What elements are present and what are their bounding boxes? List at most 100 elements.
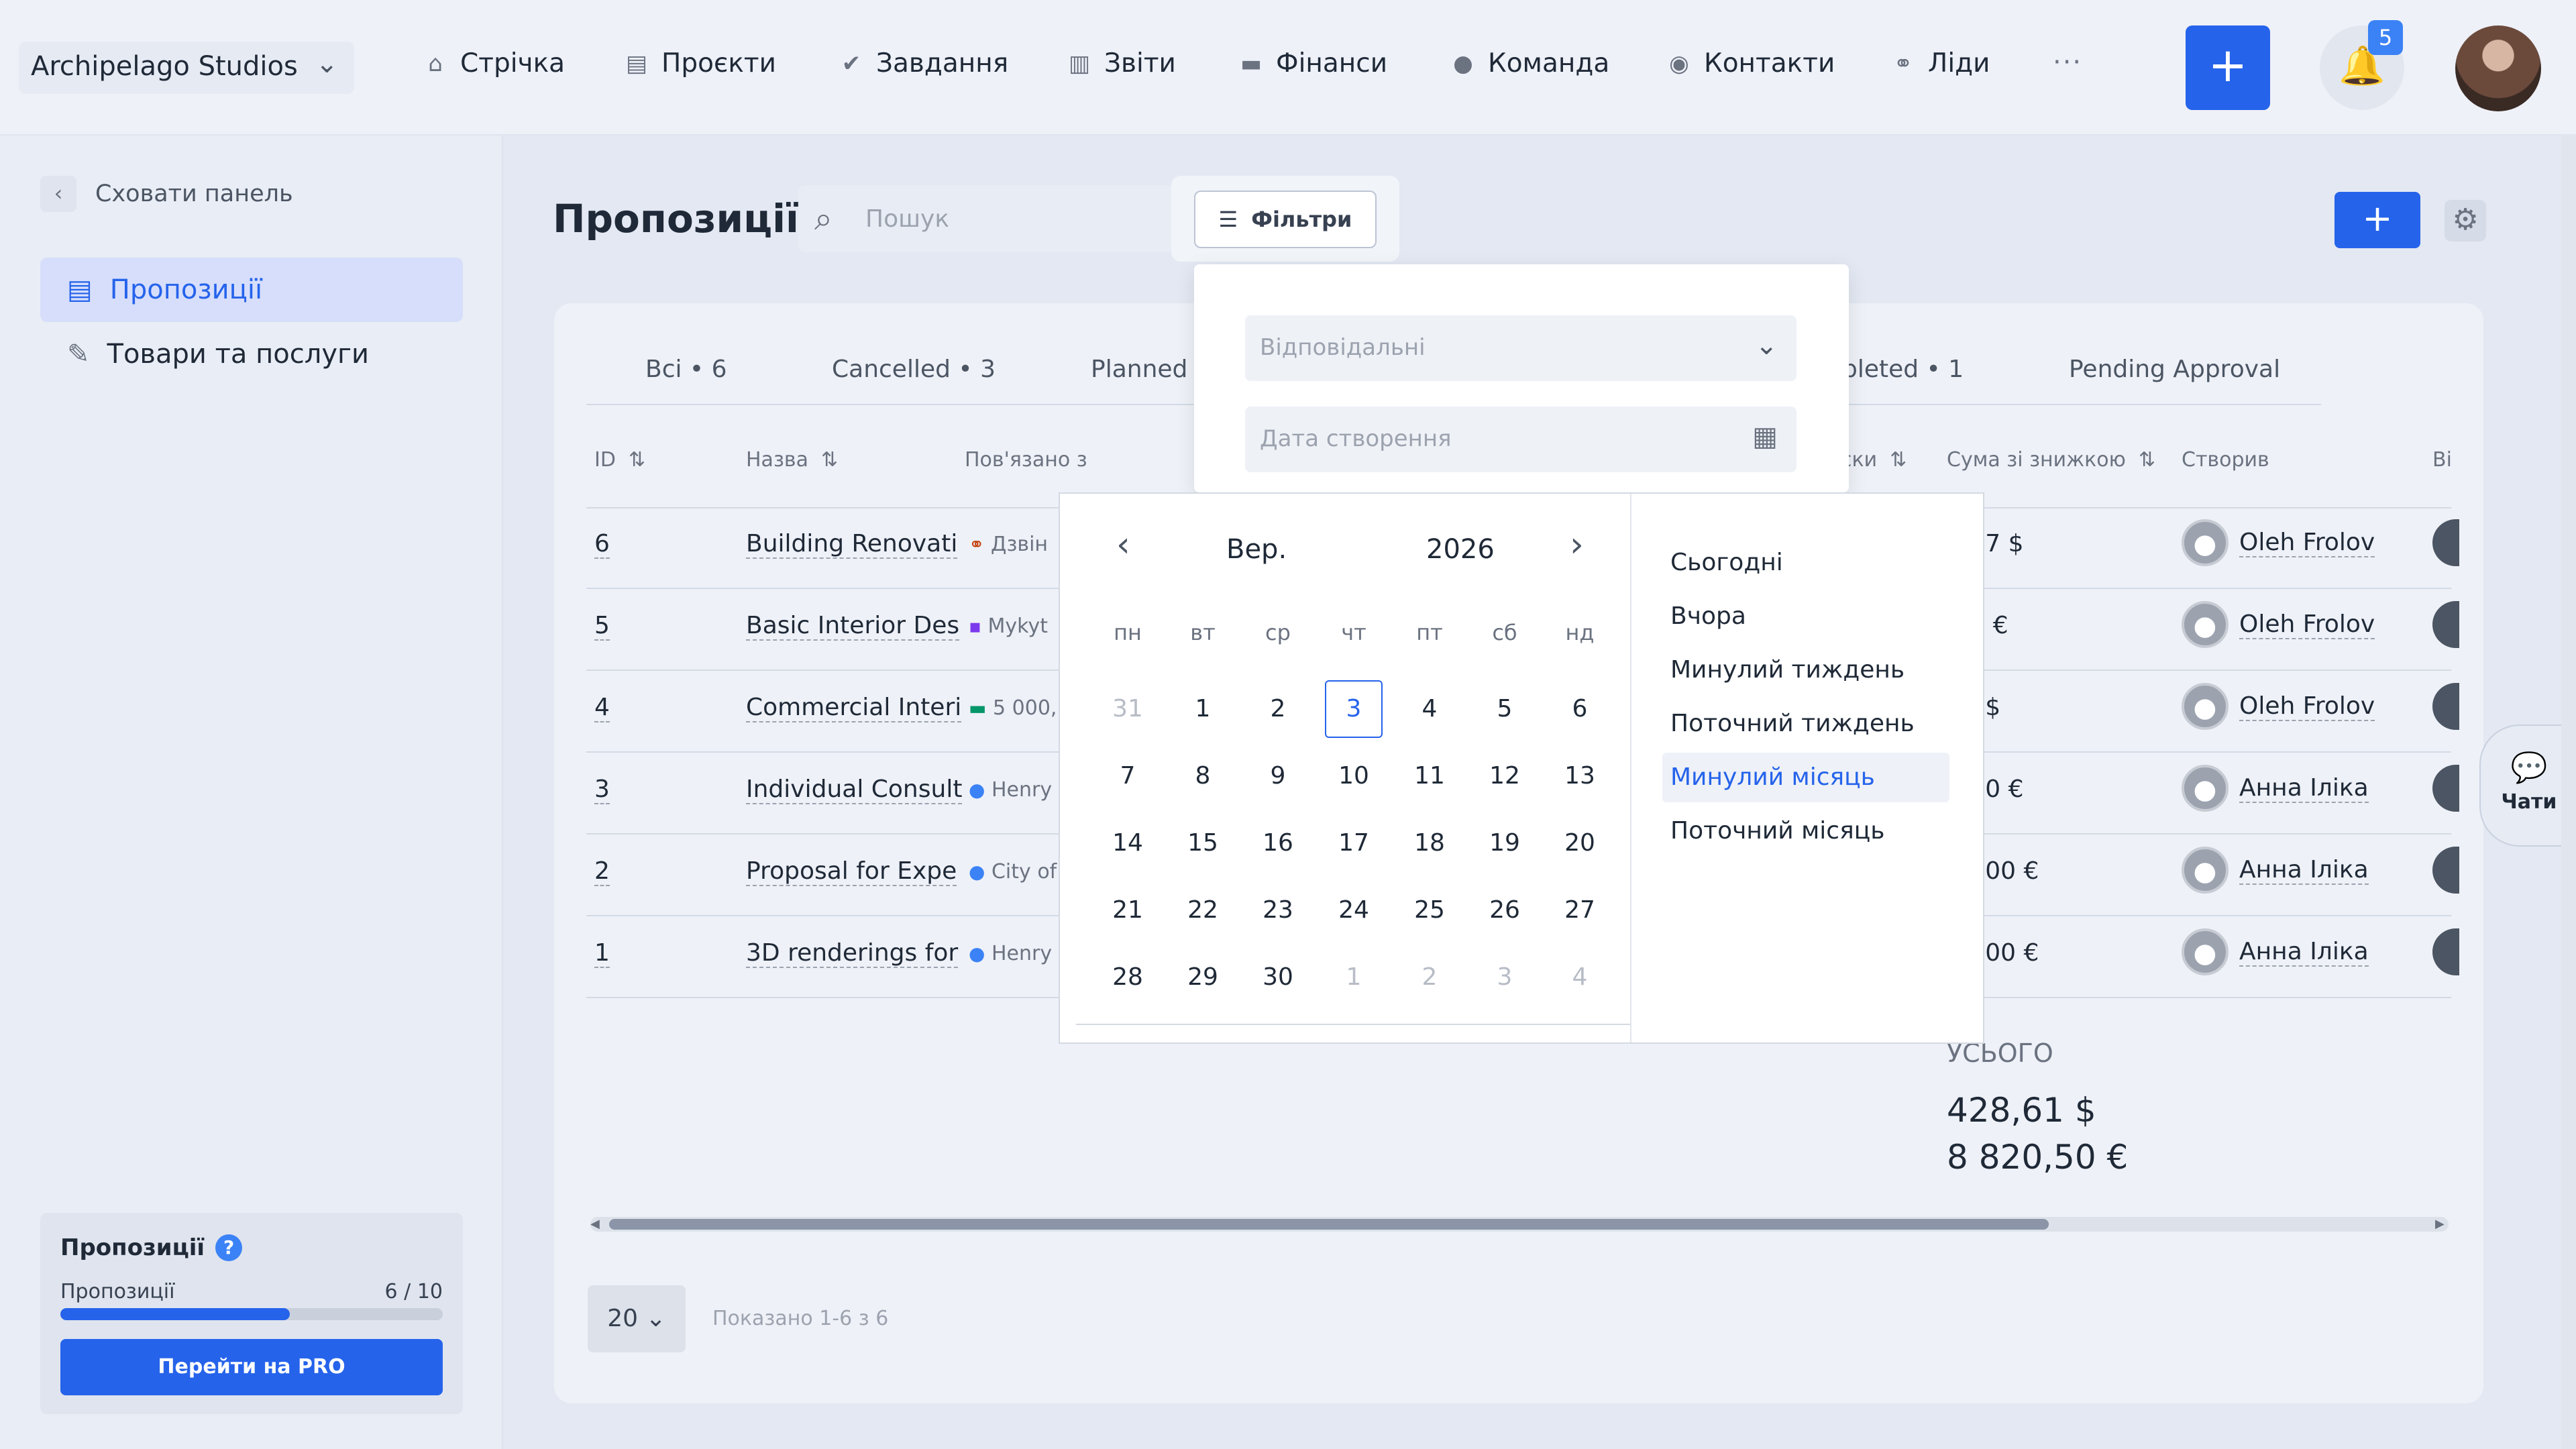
calendar-day[interactable]: 16 — [1249, 814, 1307, 872]
next-month-chevron-icon[interactable]: › — [1570, 525, 1584, 565]
hide-panel-button[interactable]: ‹ Сховати панель — [40, 176, 293, 212]
upgrade-pro-button[interactable]: Перейти на PRO — [60, 1339, 443, 1395]
column-header-vendor[interactable]: Ві — [2432, 448, 2452, 472]
row-name-link[interactable]: Commercial Interi — [746, 694, 962, 722]
calendar-day[interactable]: 18 — [1401, 814, 1458, 872]
nav-item-team[interactable]: ● Команда — [1450, 48, 1609, 78]
calendar-day[interactable]: 24 — [1325, 881, 1383, 939]
calendar-day[interactable]: 25 — [1401, 881, 1458, 939]
row-related[interactable]: ● Henry — [969, 942, 1052, 965]
date-preset[interactable]: Сьогодні — [1670, 549, 1783, 576]
row-id-link[interactable]: 6 — [594, 530, 610, 559]
calendar-day[interactable]: 11 — [1401, 747, 1458, 805]
calendar-day[interactable]: 22 — [1174, 881, 1232, 939]
row-related[interactable]: ▬ 5 000, — [969, 696, 1057, 720]
calendar-day[interactable]: 3 — [1325, 680, 1383, 738]
creator-name[interactable]: Анна Іліка — [2239, 938, 2369, 967]
row-creator[interactable]: ● Oleh Frolov — [2182, 601, 2375, 648]
row-name-link[interactable]: Individual Consult — [746, 775, 963, 804]
nav-item-reports[interactable]: ▥ Звіти — [1067, 48, 1176, 78]
calendar-day[interactable]: 2 — [1401, 949, 1458, 1006]
calendar-day[interactable]: 4 — [1551, 949, 1609, 1006]
sidebar-item-proposals[interactable]: ▤ Пропозиції — [40, 258, 463, 322]
calendar-day[interactable]: 17 — [1325, 814, 1383, 872]
nav-item-feed[interactable]: ⌂ Стрічка — [423, 48, 565, 78]
row-id-link[interactable]: 2 — [594, 857, 610, 886]
calendar-day[interactable]: 27 — [1551, 881, 1609, 939]
row-creator[interactable]: ● Oleh Frolov — [2182, 519, 2375, 566]
page-size-select[interactable]: 20 ⌄ — [588, 1285, 686, 1352]
date-preset[interactable]: Минулий місяць — [1670, 763, 1875, 791]
row-related[interactable]: ▪ Mykyt — [969, 614, 1048, 638]
calendar-day[interactable]: 30 — [1249, 949, 1307, 1006]
workspace-switcher[interactable]: Archipelago Studios ⌄ — [19, 42, 354, 94]
calendar-day[interactable]: 23 — [1249, 881, 1307, 939]
sidebar-item-products[interactable]: ✎ Товари та послуги — [40, 322, 463, 386]
tab-cancelled[interactable]: Cancelled • 3 — [832, 356, 996, 383]
column-header-id[interactable]: ID ⇅ — [594, 448, 645, 472]
date-preset[interactable]: Поточний тиждень — [1670, 710, 1915, 737]
row-related[interactable]: ● City of — [969, 860, 1057, 883]
calendar-year[interactable]: 2026 — [1426, 534, 1495, 565]
calendar-day[interactable]: 1 — [1325, 949, 1383, 1006]
calendar-day[interactable]: 13 — [1551, 747, 1609, 805]
scroll-left-arrow-icon[interactable]: ◀ — [590, 1217, 600, 1231]
creator-name[interactable]: Анна Іліка — [2239, 856, 2369, 885]
calendar-day[interactable]: 29 — [1174, 949, 1232, 1006]
scroll-right-arrow-icon[interactable]: ▶ — [2435, 1217, 2445, 1231]
row-creator[interactable]: ● Анна Іліка — [2182, 765, 2369, 812]
calendar-day[interactable]: 10 — [1325, 747, 1383, 805]
nav-item-leads[interactable]: ⚭ Ліди — [1890, 48, 1990, 78]
tab-planned[interactable]: Planned • — [1091, 356, 1210, 383]
page-scrollbar[interactable] — [2561, 134, 2576, 1449]
row-creator[interactable]: ● Анна Іліка — [2182, 847, 2369, 894]
calendar-day[interactable]: 19 — [1476, 814, 1534, 872]
row-id-link[interactable]: 1 — [594, 939, 610, 968]
date-preset[interactable]: Вчора — [1670, 602, 1746, 630]
nav-item-contacts[interactable]: ◉ Контакти — [1666, 48, 1835, 78]
column-header-creator[interactable]: Створив — [2182, 448, 2269, 472]
calendar-day[interactable]: 26 — [1476, 881, 1534, 939]
row-name-link[interactable]: Proposal for Expe — [746, 857, 957, 886]
calendar-day[interactable]: 15 — [1174, 814, 1232, 872]
calendar-day[interactable]: 3 — [1476, 949, 1534, 1006]
tab-completed[interactable]: pleted • 1 — [1842, 356, 1964, 383]
row-id-link[interactable]: 5 — [594, 612, 610, 641]
row-related[interactable]: ⚭ Дзвін — [969, 533, 1048, 556]
filters-button[interactable]: ☰ Фільтри — [1194, 191, 1377, 248]
row-name-link[interactable]: 3D renderings for — [746, 939, 959, 968]
calendar-day[interactable]: 14 — [1099, 814, 1157, 872]
creator-name[interactable]: Oleh Frolov — [2239, 692, 2375, 721]
row-name-link[interactable]: Building Renovati — [746, 530, 958, 559]
calendar-day[interactable]: 1 — [1174, 680, 1232, 738]
help-icon[interactable]: ? — [215, 1234, 243, 1261]
more-nav-button[interactable]: ··· — [2053, 47, 2082, 78]
column-header-sum[interactable]: Сума зі знижкою ⇅ — [1947, 448, 2155, 472]
calendar-day[interactable]: 7 — [1099, 747, 1157, 805]
row-name-link[interactable]: Basic Interior Des — [746, 612, 960, 641]
create-button[interactable]: + — [2186, 25, 2270, 110]
user-avatar[interactable] — [2455, 25, 2541, 111]
search-input[interactable]: ⌕ Пошук — [798, 185, 1174, 252]
row-related[interactable]: ● Henry — [969, 778, 1052, 802]
calendar-day[interactable]: 9 — [1249, 747, 1307, 805]
calendar-day[interactable]: 21 — [1099, 881, 1157, 939]
nav-item-projects[interactable]: ▤ Проєкти — [624, 48, 776, 78]
date-preset[interactable]: Минулий тиждень — [1670, 656, 1904, 684]
responsible-select[interactable]: Відповідальні ⌄ — [1245, 315, 1796, 381]
calendar-day[interactable]: 6 — [1551, 680, 1609, 738]
creator-name[interactable]: Oleh Frolov — [2239, 610, 2375, 639]
row-creator[interactable]: ● Анна Іліка — [2182, 928, 2369, 975]
calendar-day[interactable]: 2 — [1249, 680, 1307, 738]
calendar-month[interactable]: Вер. — [1226, 534, 1287, 565]
row-id-link[interactable]: 4 — [594, 694, 610, 722]
column-header-name[interactable]: Назва ⇅ — [746, 448, 838, 472]
nav-item-finance[interactable]: ▬ Фінанси — [1238, 48, 1387, 78]
tab-pending-approval[interactable]: Pending Approval — [2069, 356, 2280, 383]
row-creator[interactable]: ● Oleh Frolov — [2182, 683, 2375, 730]
horizontal-scroll-thumb[interactable] — [609, 1219, 2049, 1230]
calendar-day[interactable]: 28 — [1099, 949, 1157, 1006]
add-proposal-button[interactable]: + — [2334, 192, 2420, 248]
creation-date-field[interactable]: Дата створення ▦ — [1245, 407, 1796, 472]
calendar-day[interactable]: 8 — [1174, 747, 1232, 805]
